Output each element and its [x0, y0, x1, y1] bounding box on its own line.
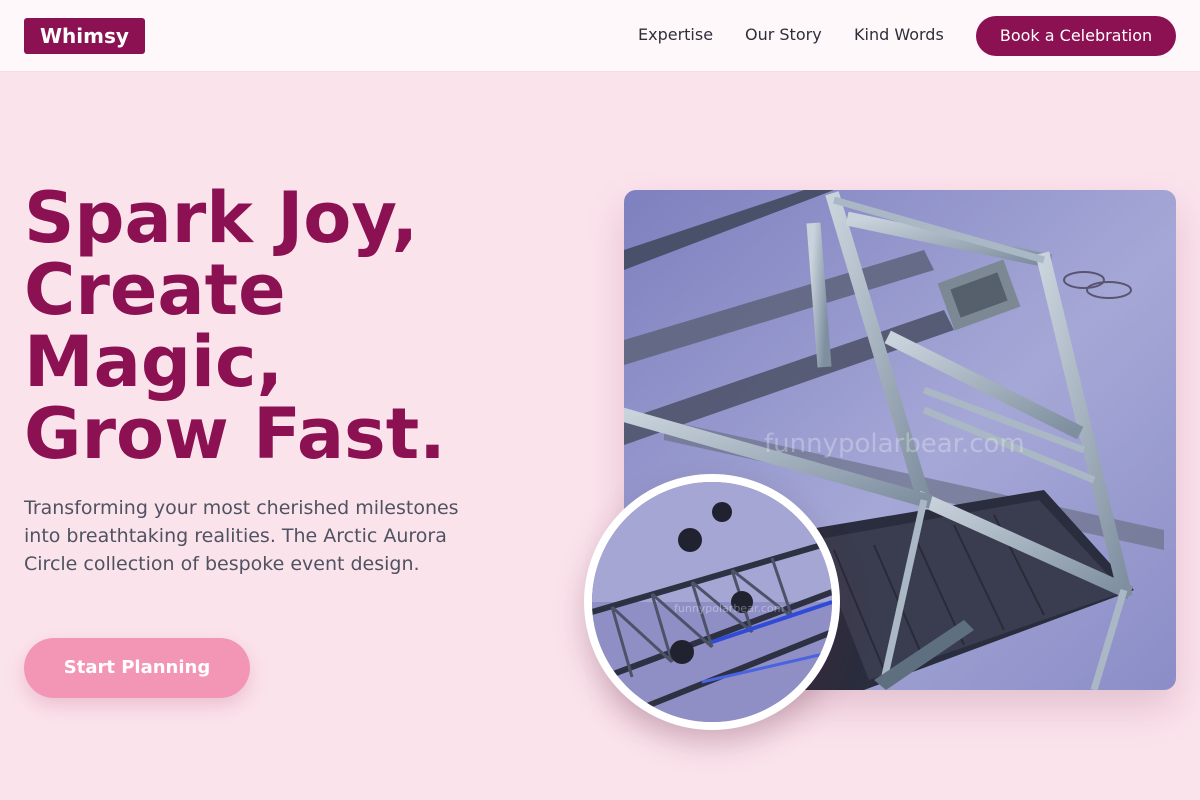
hero-circle-photo: funnypolarbear.com: [584, 474, 840, 730]
hero-title-line: Spark Joy,: [24, 177, 419, 259]
circle-watermark-text: funnypolarbear.com: [674, 602, 784, 615]
hero-title-line: Magic,: [24, 321, 284, 403]
stage-truss-illustration: funnypolarbear.com: [592, 482, 832, 722]
watermark-text: funnypolarbear.com: [764, 429, 1025, 459]
hero-title-line: Grow Fast.: [24, 393, 446, 475]
nav-link-our-story[interactable]: Our Story: [745, 24, 822, 46]
hero-subtitle: Transforming your most cherished milesto…: [24, 497, 459, 575]
nav-link-kind-words[interactable]: Kind Words: [854, 24, 944, 46]
nav-link-expertise[interactable]: Expertise: [638, 24, 713, 46]
brand-logo[interactable]: Whimsy: [24, 18, 145, 54]
hero-title-line: Create: [24, 249, 286, 331]
top-navbar: Whimsy Expertise Our Story Kind Words Bo…: [0, 0, 1200, 72]
start-planning-button[interactable]: Start Planning: [24, 638, 250, 698]
book-celebration-button[interactable]: Book a Celebration: [976, 16, 1176, 56]
hero-title: Spark Joy, Create Magic, Grow Fast.: [24, 182, 544, 470]
